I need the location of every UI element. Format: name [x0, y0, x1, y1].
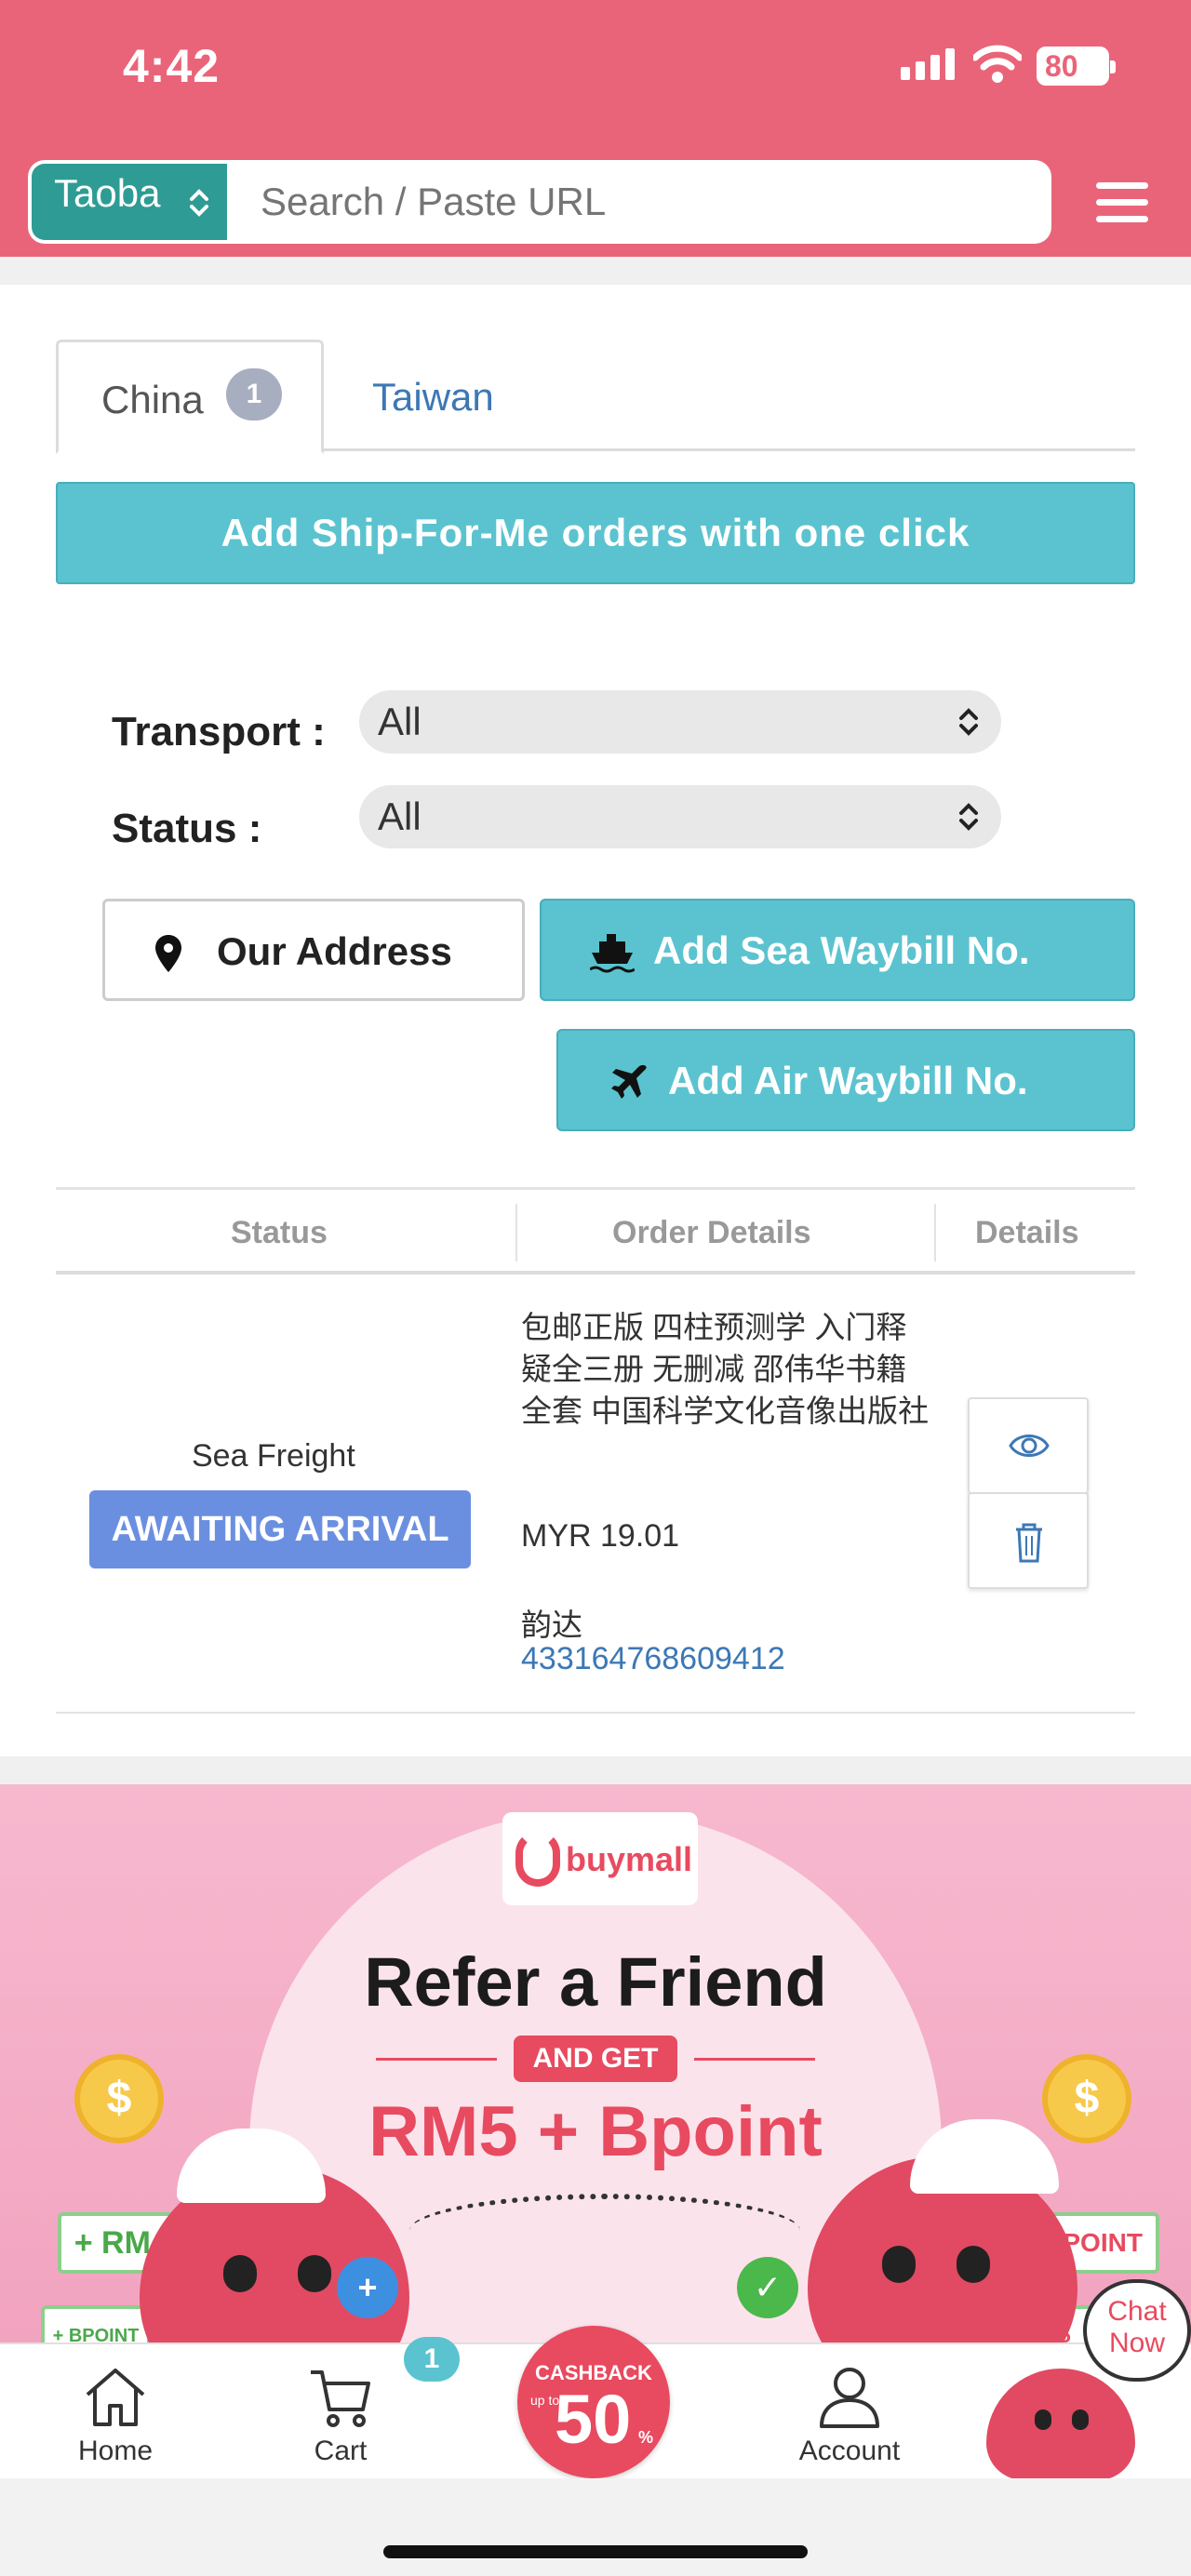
refer-a-friend-banner[interactable]: buymall Refer a Friend AND GET RM5 + Bpo…	[0, 1784, 1191, 2342]
delete-order-button[interactable]	[968, 1492, 1089, 1589]
tracking-number-link[interactable]: 433164768609412	[521, 1641, 785, 1677]
column-header-details: Details	[975, 1215, 1079, 1250]
cart-icon	[311, 2370, 370, 2427]
tab-china-count-badge: 1	[226, 368, 282, 420]
buymall-logo-text: buymall	[566, 1840, 693, 1878]
table-top-border	[56, 1187, 1135, 1190]
banner-and-get: AND GET	[514, 2035, 677, 2082]
status-select-value: All	[378, 794, 422, 838]
transport-select[interactable]: All	[359, 690, 1001, 754]
account-icon	[820, 2368, 879, 2428]
nav-account[interactable]: Account	[766, 2344, 933, 2480]
our-address-button[interactable]: Our Address	[102, 899, 525, 1001]
battery-icon: 80	[1037, 47, 1116, 86]
view-order-button[interactable]	[968, 1397, 1089, 1494]
chat-label-line1: Chat	[1107, 2296, 1167, 2327]
platform-select[interactable]: Taoba	[32, 164, 227, 240]
banner-dotted-arc	[409, 2194, 800, 2268]
column-divider	[934, 1204, 936, 1261]
platform-select-value: Taoba	[54, 171, 161, 215]
hamburger-menu-icon[interactable]	[1096, 182, 1148, 227]
select-chevron-icon	[959, 708, 978, 736]
add-ship-for-me-button[interactable]: Add Ship-For-Me orders with one click	[56, 482, 1135, 584]
table-header-border	[56, 1271, 1135, 1275]
airplane-icon	[611, 1064, 647, 1099]
courier-name: 韵达	[521, 1608, 582, 1642]
chat-label-line2: Now	[1108, 2328, 1165, 2358]
nav-home-label: Home	[77, 2436, 154, 2466]
column-header-order-details: Order Details	[612, 1215, 811, 1250]
table-row-border	[56, 1712, 1135, 1714]
map-pin-icon	[155, 935, 181, 972]
nav-cart[interactable]: Cart	[257, 2344, 424, 2480]
add-sea-waybill-button[interactable]: Add Sea Waybill No.	[540, 899, 1135, 1001]
friend-check-icon: ✓	[737, 2257, 798, 2318]
app-header: 4:42 80 Taoba	[0, 0, 1191, 257]
section-divider	[0, 1756, 1191, 1784]
transport-type: Sea Freight	[192, 1438, 355, 1474]
banner-headline: Refer a Friend	[364, 1943, 827, 2021]
search-input[interactable]	[261, 173, 1024, 231]
home-icon	[86, 2369, 145, 2426]
status-badge: AWAITING ARRIVAL	[89, 1490, 471, 1568]
select-chevron-icon	[190, 189, 208, 217]
transport-filter-label: Transport :	[112, 709, 326, 754]
status-select[interactable]: All	[359, 785, 1001, 848]
cashback-unit: %	[638, 2428, 654, 2447]
add-friend-icon: +	[337, 2257, 398, 2318]
cellular-signal-icon	[901, 48, 955, 80]
home-indicator[interactable]	[383, 2545, 808, 2558]
octopus-mascot-icon	[986, 2369, 1135, 2480]
cashback-value: 50	[555, 2381, 632, 2458]
cart-count-badge: 1	[404, 2337, 460, 2382]
cashback-button[interactable]: CASHBACK up to 50 %	[517, 2326, 670, 2478]
battery-level: 80	[1045, 49, 1078, 83]
add-sea-waybill-label: Add Sea Waybill No.	[653, 928, 1030, 972]
trash-icon	[1016, 1523, 1042, 1563]
status-filter-label: Status :	[112, 806, 262, 851]
search-bar: Taoba	[28, 160, 1051, 244]
transport-select-value: All	[378, 700, 422, 743]
buymall-logo: buymall	[502, 1812, 698, 1905]
nav-account-label: Account	[798, 2436, 901, 2466]
ship-icon	[590, 934, 635, 973]
banner-rule	[694, 2058, 815, 2061]
status-time: 4:42	[123, 40, 221, 92]
wifi-icon	[973, 45, 1022, 83]
tab-china[interactable]: China 1	[56, 340, 324, 454]
coin-icon: $	[74, 2054, 164, 2143]
add-air-waybill-button[interactable]: Add Air Waybill No.	[556, 1029, 1135, 1131]
tab-china-label: China	[101, 378, 204, 421]
column-divider	[515, 1204, 517, 1261]
coin-icon: $	[1042, 2054, 1131, 2143]
product-title: 包邮正版 四柱预测学 入门释疑全三册 无删减 邵伟华书籍全套 中国科学文化音像出…	[521, 1310, 930, 1428]
reward-tag: + BPOINT	[41, 2305, 151, 2342]
section-divider	[0, 257, 1191, 285]
column-header-status: Status	[231, 1215, 328, 1250]
order-price: MYR 19.01	[521, 1518, 680, 1554]
home-indicator-area	[0, 2478, 1191, 2576]
region-tabs: China 1 Taiwan	[56, 340, 1135, 454]
nav-cart-label: Cart	[314, 2436, 368, 2466]
chat-bubble: Chat Now	[1083, 2279, 1191, 2382]
add-air-waybill-label: Add Air Waybill No.	[668, 1059, 1028, 1102]
nav-home[interactable]: Home	[32, 2344, 199, 2480]
chat-now-button[interactable]: Chat Now	[977, 2279, 1191, 2480]
select-chevron-icon	[959, 803, 978, 831]
our-address-label: Our Address	[217, 929, 452, 973]
eye-icon	[1009, 1435, 1050, 1457]
tab-taiwan[interactable]: Taiwan	[372, 375, 494, 420]
banner-rule	[376, 2058, 497, 2061]
